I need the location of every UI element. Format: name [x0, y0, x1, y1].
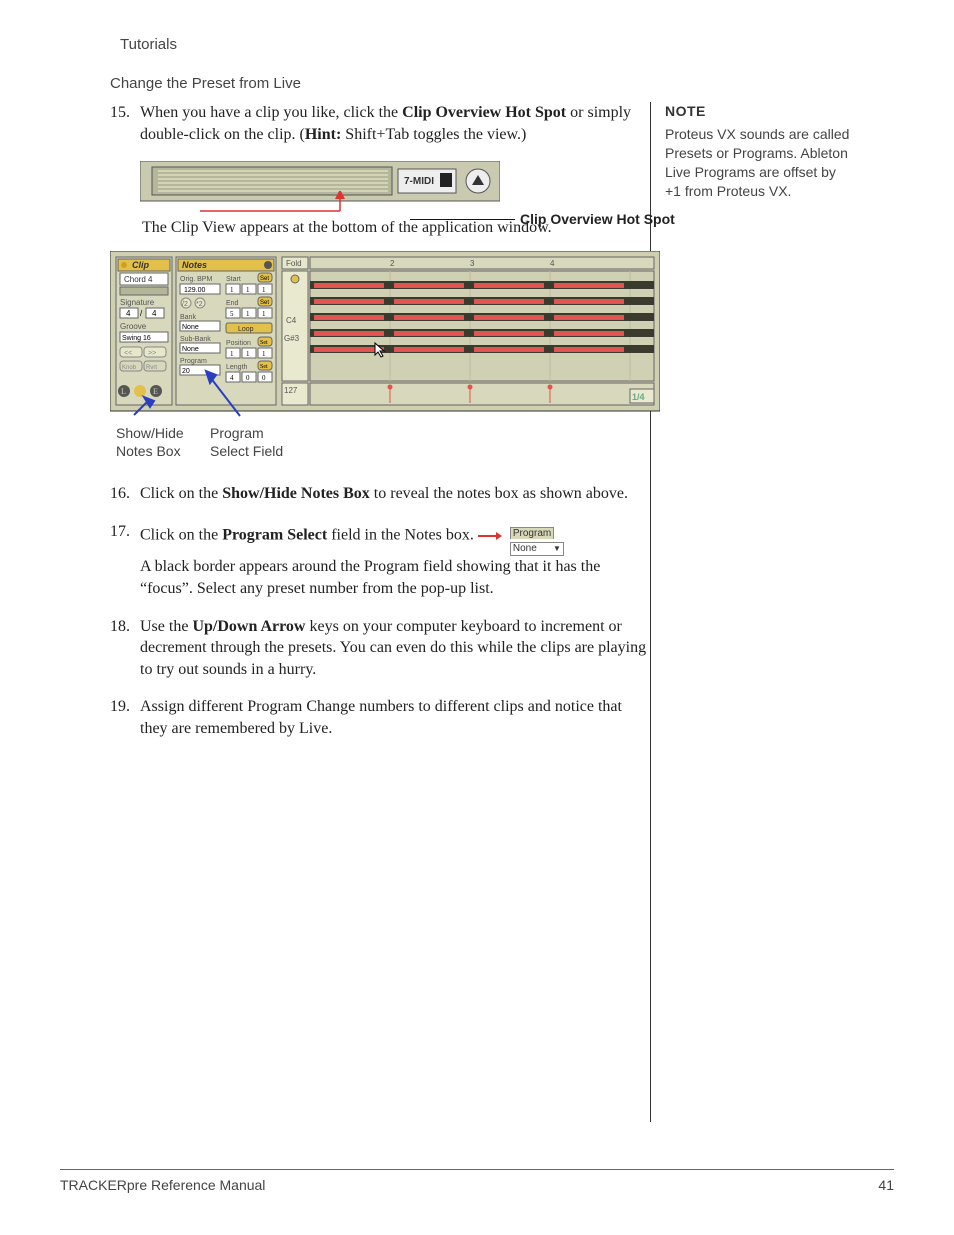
bold-term: Clip Overview Hot Spot [402, 104, 566, 121]
svg-text:Length: Length [226, 364, 248, 371]
svg-text:Position: Position [226, 340, 251, 347]
label-show-hide-l2: Notes Box [116, 443, 181, 459]
footer-right: 41 [878, 1177, 894, 1193]
svg-text:E: E [153, 387, 158, 396]
svg-text:129.00: 129.00 [184, 287, 206, 294]
svg-text:Set: Set [260, 340, 268, 346]
step-number: 15. [110, 102, 140, 145]
svg-text:1: 1 [246, 350, 250, 358]
figure-clip-view: Clip Chord 4 Signature 4 / 4 Groove Swin… [110, 251, 660, 465]
svg-text:L: L [121, 387, 126, 396]
page-footer: TRACKERpre Reference Manual 41 [60, 1177, 894, 1193]
clip-name: Chord 4 [124, 275, 153, 284]
svg-text:2: 2 [390, 259, 395, 268]
svg-text:>>: >> [148, 350, 156, 357]
midi-label: 7-MIDI [404, 176, 434, 187]
program-select-mini: Program None ▼ [510, 521, 564, 557]
subheading: Change the Preset from Live [110, 75, 894, 92]
hint-text: Shift+Tab toggles the view.) [341, 126, 526, 143]
footer-left: TRACKERpre Reference Manual [60, 1177, 265, 1193]
note-body: Proteus VX sounds are called Presets or … [665, 125, 855, 201]
fig1-red-arrow [200, 191, 400, 221]
sig-b: 4 [152, 309, 157, 318]
hint-label: Hint: [305, 126, 341, 143]
svg-text:Bank: Bank [180, 314, 196, 321]
step-19: 19. Assign different Program Change numb… [110, 696, 650, 739]
svg-text:127: 127 [284, 386, 298, 395]
svg-text:Loop: Loop [238, 326, 254, 333]
step-17: 17. Click on the Program Select field in… [110, 521, 650, 600]
step-number: 19. [110, 696, 140, 739]
svg-text:Sub-Bank: Sub-Bank [180, 336, 211, 343]
progbox-bot: None [513, 543, 537, 555]
svg-text:Set: Set [260, 364, 268, 370]
label-program-l2: Select Field [210, 443, 283, 459]
svg-text:4: 4 [550, 259, 555, 268]
svg-text:4: 4 [230, 374, 234, 382]
svg-text:None: None [182, 324, 199, 331]
progbox-top: Program [510, 527, 554, 539]
bold-term: Show/Hide Notes Box [222, 485, 370, 502]
note-column: NOTE Proteus VX sounds are called Preset… [665, 102, 855, 200]
svg-text:3: 3 [470, 259, 475, 268]
step-number: 18. [110, 616, 140, 681]
sig-a: 4 [126, 309, 131, 318]
svg-text:<<: << [124, 350, 132, 357]
svg-text:/2: /2 [182, 301, 188, 308]
step-15: 15. When you have a clip you like, click… [110, 102, 650, 145]
svg-text:None: None [182, 346, 199, 353]
fold-button: Fold [286, 259, 302, 268]
step-18: 18. Use the Up/Down Arrow keys on your c… [110, 616, 650, 681]
svg-text:0: 0 [246, 374, 250, 382]
dropdown-arrow-icon: ▼ [553, 543, 561, 555]
svg-text:G#3: G#3 [284, 334, 300, 343]
svg-text:20: 20 [182, 368, 190, 375]
svg-text:Program: Program [180, 358, 207, 365]
page-header: Tutorials [120, 36, 894, 53]
svg-text:5: 5 [230, 310, 234, 318]
label-show-hide-l1: Show/Hide [116, 425, 184, 441]
groove-label: Groove [120, 322, 147, 331]
svg-text:End: End [226, 300, 239, 307]
note-heading: NOTE [665, 102, 855, 121]
svg-text:1: 1 [246, 310, 250, 318]
callout-leader-line [410, 219, 515, 220]
label-program-l1: Program [210, 425, 264, 441]
red-arrow-icon [478, 527, 502, 549]
groove-val: Swing 16 [122, 335, 151, 342]
svg-text:1: 1 [230, 286, 234, 294]
svg-text:C4: C4 [286, 316, 297, 325]
svg-text:Knob: Knob [122, 365, 137, 371]
svg-text:0: 0 [262, 374, 266, 382]
figure-clip-overview: 7-MIDI Clip Overview Hot Spot [140, 161, 630, 209]
zoom-indicator: 1/4 [632, 392, 645, 402]
bold-term: Program Select [222, 526, 327, 543]
svg-text:1: 1 [262, 310, 266, 318]
svg-text:1: 1 [230, 350, 234, 358]
sig-label: Signature [120, 298, 155, 307]
text: When you have a clip you like, click the [140, 104, 402, 121]
svg-text:1: 1 [262, 286, 266, 294]
main-column: 15. When you have a clip you like, click… [60, 102, 650, 756]
callout-text: Clip Overview Hot Spot [520, 211, 675, 227]
step-number: 16. [110, 483, 140, 505]
svg-text:Rvrt: Rvrt [146, 365, 157, 371]
step-16: 16. Click on the Show/Hide Notes Box to … [110, 483, 650, 505]
svg-text:Start: Start [226, 276, 241, 283]
svg-text:Set: Set [260, 300, 269, 306]
svg-text:1: 1 [246, 286, 250, 294]
step-number: 17. [110, 521, 140, 600]
svg-text:*2: *2 [196, 301, 203, 308]
notes-panel-title: Notes [182, 260, 207, 270]
svg-text:Set: Set [260, 276, 269, 282]
svg-text:Orig. BPM: Orig. BPM [180, 276, 212, 283]
clip-panel-title: Clip [132, 260, 150, 270]
bold-term: Up/Down Arrow [192, 618, 305, 635]
svg-text:1: 1 [262, 350, 266, 358]
